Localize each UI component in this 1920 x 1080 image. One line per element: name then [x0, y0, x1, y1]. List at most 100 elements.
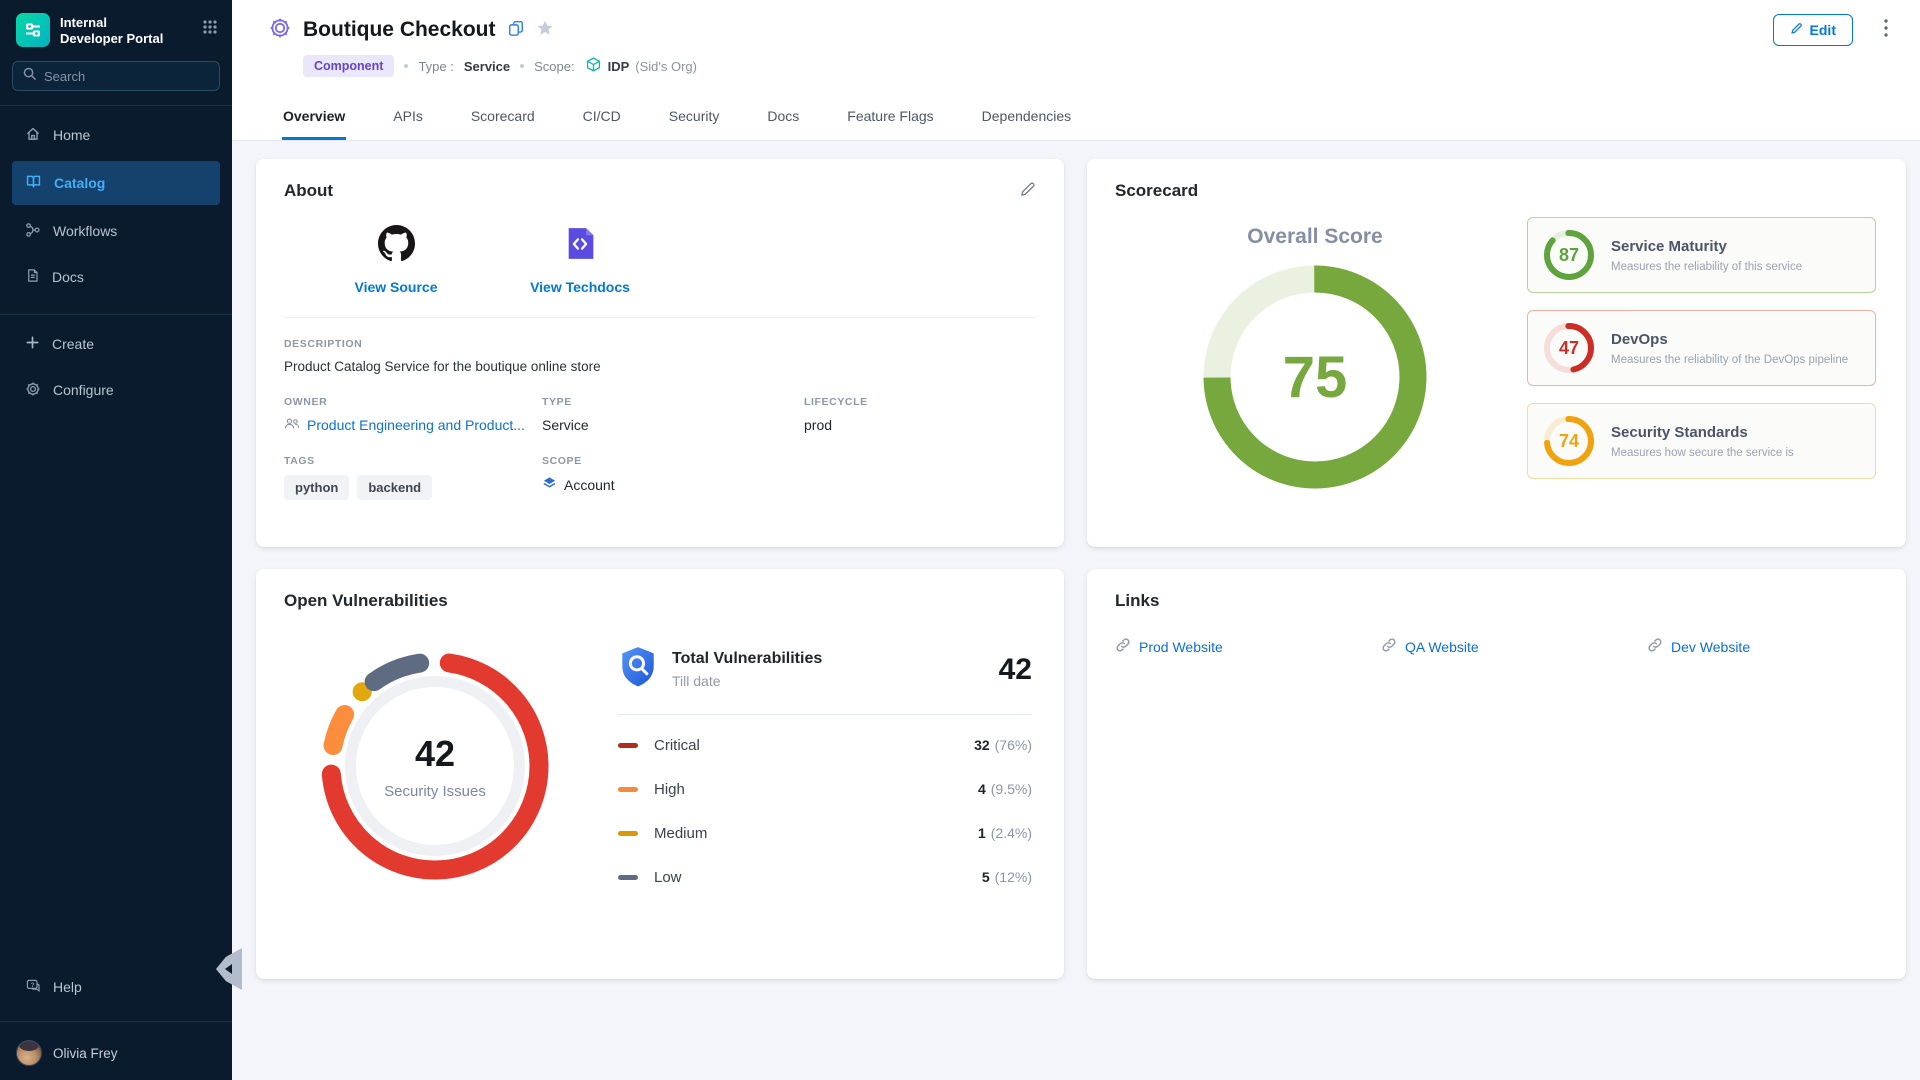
- user-menu[interactable]: Olivia Frey: [0, 1028, 232, 1066]
- copy-icon[interactable]: [507, 19, 525, 42]
- vulnerability-row-critical: Critical 32 (76%): [618, 723, 1032, 767]
- legend-dash: [618, 787, 638, 792]
- owner-link[interactable]: Product Engineering and Product...: [307, 417, 525, 433]
- sidebar-item-create[interactable]: Create: [12, 324, 220, 364]
- links-title: Links: [1115, 591, 1878, 611]
- edit-button[interactable]: Edit: [1773, 14, 1853, 46]
- sidebar-item-label: Help: [53, 979, 82, 995]
- tag-chip[interactable]: python: [284, 475, 349, 500]
- layers-icon: [542, 476, 557, 494]
- link-qa-website[interactable]: QA Website: [1381, 637, 1647, 656]
- scope-org: (Sid's Org): [635, 59, 697, 74]
- scorecard-item-description: Measures the reliability of this service: [1611, 261, 1802, 273]
- divider: [0, 105, 232, 106]
- divider: [0, 314, 232, 315]
- tags-field: TAGS python backend: [284, 455, 542, 500]
- mini-donut-value: 87: [1542, 228, 1596, 282]
- sidebar-item-label: Catalog: [54, 175, 105, 191]
- help-chat-icon: ?: [25, 978, 41, 997]
- mini-donut-value: 47: [1542, 321, 1596, 375]
- mini-donut: 47: [1542, 321, 1596, 375]
- sidebar-item-configure[interactable]: Configure: [12, 370, 220, 410]
- divider: [284, 317, 1036, 318]
- about-card: About View: [256, 159, 1064, 547]
- tab-dependencies[interactable]: Dependencies: [981, 104, 1073, 140]
- tab-apis[interactable]: APIs: [392, 104, 424, 140]
- overall-score-value: 75: [1203, 265, 1427, 489]
- scorecard-item-title: Security Standards: [1611, 424, 1794, 441]
- content-grid: About View: [232, 141, 1920, 1080]
- scope-value: IDP: [608, 59, 630, 74]
- scorecard-title: Scorecard: [1115, 181, 1878, 201]
- scope-label: Scope:: [534, 59, 574, 74]
- tab-security[interactable]: Security: [668, 104, 721, 140]
- lifecycle-field: LIFECYCLE prod: [804, 396, 1036, 433]
- app-root: Internal Developer Portal: [0, 0, 1920, 1080]
- tag-chip[interactable]: backend: [357, 475, 432, 500]
- mini-donut: 87: [1542, 228, 1596, 282]
- divider: [0, 1021, 232, 1022]
- tab-bar: Overview APIs Scorecard CI/CD Security D…: [232, 92, 1920, 141]
- home-icon: [25, 126, 41, 145]
- total-vulnerabilities-title: Total Vulnerabilities: [672, 650, 999, 668]
- vulnerability-row-low: Low 5 (12%): [618, 855, 1032, 899]
- overall-score-donut: 75: [1203, 265, 1427, 489]
- scope-field: SCOPE Account: [542, 455, 804, 500]
- total-vulnerabilities-subtitle: Till date: [672, 673, 999, 689]
- book-icon: [25, 173, 42, 193]
- tab-scorecard[interactable]: Scorecard: [470, 104, 536, 140]
- link-dev-website[interactable]: Dev Website: [1647, 637, 1913, 656]
- scorecard-item[interactable]: 74 Security Standards Measures how secur…: [1527, 403, 1876, 479]
- type-label: Type :: [418, 59, 453, 74]
- sidebar-item-catalog[interactable]: Catalog: [12, 161, 220, 205]
- scorecard-card: Scorecard Overall Score 75: [1087, 159, 1906, 547]
- sidebar-item-label: Home: [53, 127, 90, 143]
- vulnerability-row-medium: Medium 1 (2.4%): [618, 811, 1032, 855]
- scorecard-item-title: Service Maturity: [1611, 238, 1802, 255]
- sidebar-item-docs[interactable]: Docs: [12, 257, 220, 297]
- sidebar-item-help[interactable]: ? Help: [12, 967, 220, 1007]
- page-header: Boutique Checkout: [232, 0, 1920, 92]
- mini-donut: 74: [1542, 414, 1596, 468]
- search-icon: [22, 66, 37, 86]
- tab-docs[interactable]: Docs: [766, 104, 800, 140]
- owner-field: OWNER Product Engineering and Product...: [284, 396, 542, 433]
- search-box[interactable]: [12, 61, 220, 91]
- tab-cicd[interactable]: CI/CD: [582, 104, 622, 140]
- tab-feature-flags[interactable]: Feature Flags: [846, 104, 934, 140]
- vulnerabilities-donut: 42 Security Issues: [310, 641, 560, 891]
- document-icon: [25, 268, 40, 286]
- vulnerability-row-high: High 4 (9.5%): [618, 767, 1032, 811]
- dot-separator: [404, 64, 408, 68]
- scorecard-item-description: Measures how secure the service is: [1611, 447, 1794, 459]
- vulnerabilities-title: Open Vulnerabilities: [284, 591, 1036, 611]
- more-options-icon[interactable]: [1884, 19, 1888, 42]
- link-prod-website[interactable]: Prod Website: [1115, 637, 1381, 656]
- link-chain-icon: [1647, 637, 1663, 656]
- legend-dash: [618, 875, 638, 880]
- chevron-left-icon: [220, 964, 232, 974]
- sidebar-item-label: Create: [52, 336, 94, 352]
- sidebar-item-label: Docs: [52, 269, 84, 285]
- svg-text:?: ?: [31, 981, 35, 988]
- vulnerabilities-total: 42: [415, 733, 455, 775]
- view-source-link[interactable]: View Source: [332, 225, 460, 295]
- type-field: TYPE Service: [542, 396, 804, 433]
- about-edit-pencil-icon[interactable]: [1019, 181, 1036, 203]
- tab-overview[interactable]: Overview: [282, 104, 346, 140]
- user-name: Olivia Frey: [53, 1046, 118, 1061]
- sidebar-item-home[interactable]: Home: [12, 115, 220, 155]
- gear-icon: [25, 381, 41, 400]
- scorecard-item[interactable]: 87 Service Maturity Measures the reliabi…: [1527, 217, 1876, 293]
- description-label: DESCRIPTION: [284, 338, 1036, 350]
- favorite-star-icon[interactable]: [536, 19, 554, 42]
- divider: [618, 714, 1032, 715]
- scorecard-item[interactable]: 47 DevOps Measures the reliability of th…: [1527, 310, 1876, 386]
- cube-icon: [585, 56, 602, 76]
- total-vulnerabilities-value: 42: [999, 653, 1032, 687]
- search-input[interactable]: [44, 69, 210, 84]
- sidebar-item-workflows[interactable]: Workflows: [12, 211, 220, 251]
- techdocs-icon: [563, 225, 597, 267]
- view-techdocs-link[interactable]: View Techdocs: [516, 225, 644, 295]
- app-grid-icon[interactable]: [202, 13, 218, 40]
